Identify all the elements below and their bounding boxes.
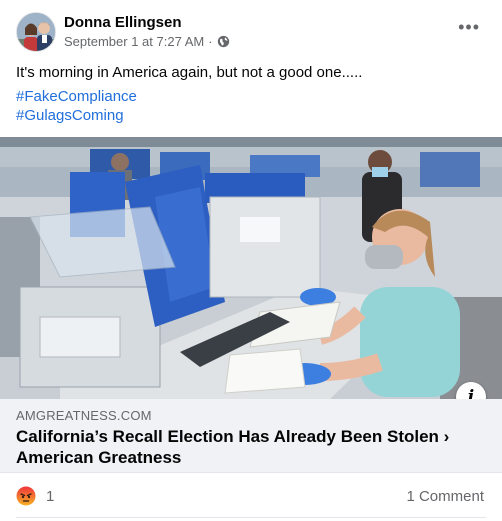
post-text: It's morning in America again, but not a… (16, 64, 363, 81)
facebook-post: Donna Ellingsen September 1 at 7:27 AM ·… (0, 0, 502, 521)
reactions-summary[interactable]: 1 (16, 486, 54, 506)
link-preview-card[interactable]: AMGREATNESS.COM California’s Recall Elec… (0, 399, 502, 473)
link-domain: AMGREATNESS.COM (16, 408, 152, 423)
comments-count-link[interactable]: 1 Comment (406, 488, 484, 505)
more-options-button[interactable]: ••• (458, 18, 480, 36)
ballot-processing-photo (0, 137, 502, 399)
post-meta: September 1 at 7:27 AM · (64, 34, 230, 49)
link-title[interactable]: California’s Recall Election Has Already… (16, 426, 486, 468)
link-preview-image[interactable] (0, 137, 502, 399)
reaction-count: 1 (46, 487, 55, 505)
hashtag-link[interactable]: #GulagsComing (16, 107, 124, 124)
divider (16, 517, 486, 518)
avatar[interactable] (16, 12, 56, 52)
globe-icon[interactable] (217, 35, 230, 48)
angry-reaction-icon (16, 486, 36, 506)
post-timestamp[interactable]: September 1 at 7:27 AM (64, 34, 204, 49)
author-name[interactable]: Donna Ellingsen (64, 14, 182, 31)
avatar-photo (17, 13, 55, 51)
hashtag-link[interactable]: #FakeCompliance (16, 88, 137, 105)
meta-separator: · (208, 34, 213, 49)
